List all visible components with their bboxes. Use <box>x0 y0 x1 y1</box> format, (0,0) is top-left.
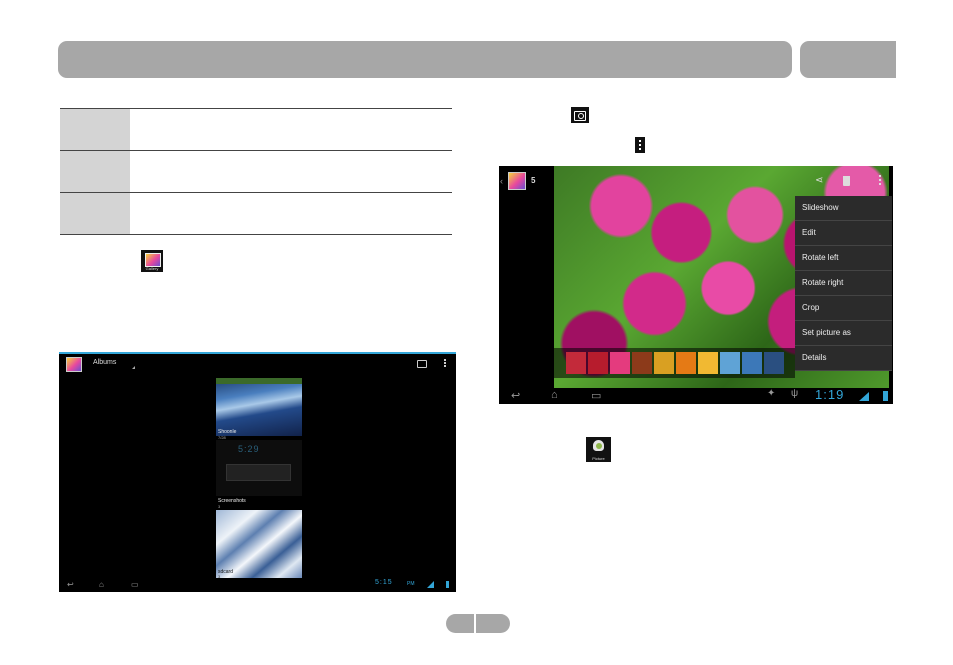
info-table <box>60 108 452 235</box>
gallery-app-icon[interactable] <box>66 357 82 372</box>
table-label-cell <box>60 151 130 192</box>
filmstrip-thumbnail[interactable] <box>566 352 586 374</box>
section-header-bar <box>58 41 792 78</box>
album-thumbnail[interactable] <box>216 510 302 578</box>
table-label-cell <box>60 109 130 150</box>
filmstrip-thumbnail[interactable] <box>610 352 630 374</box>
page-number-tab <box>446 614 510 633</box>
album-name: Screenshots <box>218 498 246 504</box>
back-icon[interactable]: ↩ <box>511 389 520 402</box>
menu-item-crop[interactable]: Crop <box>795 296 892 321</box>
table-label-cell <box>60 193 130 234</box>
table-row <box>60 108 452 150</box>
filmstrip-thumbnail[interactable] <box>588 352 608 374</box>
options-menu: Slideshow Edit Rotate left Rotate right … <box>795 196 892 371</box>
signal-icon <box>859 392 869 401</box>
table-row <box>60 150 452 192</box>
overflow-menu-icon[interactable] <box>879 175 883 185</box>
gallery-app-icon[interactable] <box>508 172 526 190</box>
filmstrip-thumbnail[interactable] <box>632 352 652 374</box>
filmstrip-thumbnail[interactable] <box>742 352 762 374</box>
menu-item-set-picture-as[interactable]: Set picture as <box>795 321 892 346</box>
gallery-image-icon <box>145 253 161 267</box>
recent-apps-icon[interactable]: ▭ <box>131 580 139 589</box>
table-row <box>60 192 452 235</box>
usb-icon: ψ <box>791 388 799 399</box>
home-icon[interactable]: ⌂ <box>551 389 558 401</box>
status-time: 5:15 <box>375 579 393 586</box>
filmstrip-thumbnail[interactable] <box>764 352 784 374</box>
back-icon[interactable]: ↩ <box>67 580 74 589</box>
table-value-cell <box>130 193 452 234</box>
filmstrip-thumbnail[interactable] <box>676 352 696 374</box>
battery-icon <box>446 581 449 588</box>
navigation-bar: ↩ ⌂ ▭ <box>59 578 456 592</box>
dropdown-indicator-icon[interactable] <box>132 366 135 369</box>
menu-item-rotate-right[interactable]: Rotate right <box>795 271 892 296</box>
status-ampm: PM <box>407 581 415 587</box>
picture-app-icon: Picture <box>586 437 611 462</box>
delete-icon[interactable] <box>843 176 850 186</box>
overflow-menu-icon <box>635 137 645 153</box>
filmstrip-thumbnail[interactable] <box>698 352 718 374</box>
back-arrow-icon[interactable]: ‹ <box>500 176 503 186</box>
table-value-cell <box>130 109 452 150</box>
photo-view-screenshot: ‹ 5 ⋖ Slideshow Edit Rotate left Rotate … <box>499 166 893 404</box>
battery-icon <box>883 391 888 401</box>
android-icon: ✦ <box>767 388 776 399</box>
albums-title[interactable]: Albums <box>93 359 116 366</box>
camera-icon <box>571 107 589 123</box>
albums-screenshot: Albums Shoonle 7/28 5:29 Screenshots 3 s… <box>59 352 456 592</box>
filmstrip-thumbnail[interactable] <box>654 352 674 374</box>
signal-icon <box>427 581 434 588</box>
gallery-icon-label: Gallery <box>145 266 159 271</box>
widget-preview <box>226 464 291 481</box>
menu-item-details[interactable]: Details <box>795 346 892 371</box>
table-value-cell <box>130 151 452 192</box>
recent-apps-icon[interactable]: ▭ <box>591 389 601 402</box>
accent-line <box>59 352 456 354</box>
clock-readout: 5:29 <box>238 444 260 454</box>
overflow-menu-icon[interactable] <box>444 359 448 367</box>
filmstrip <box>554 348 795 378</box>
camera-icon[interactable] <box>417 360 427 368</box>
share-icon[interactable]: ⋖ <box>815 175 823 186</box>
status-time: 1:19 <box>815 387 845 402</box>
picture-icon-label: Picture <box>592 456 605 461</box>
menu-item-slideshow[interactable]: Slideshow <box>795 196 892 221</box>
chapter-tab <box>800 41 896 78</box>
album-count: 3 <box>218 504 221 509</box>
filmstrip-thumbnail[interactable] <box>720 352 740 374</box>
album-thumbnail[interactable] <box>216 378 302 436</box>
photo-count: 5 <box>531 176 536 185</box>
menu-item-edit[interactable]: Edit <box>795 221 892 246</box>
gallery-icon: Gallery <box>141 250 163 272</box>
home-icon[interactable]: ⌂ <box>99 580 104 589</box>
album-name: sdcard <box>218 569 234 575</box>
menu-item-rotate-left[interactable]: Rotate left <box>795 246 892 271</box>
